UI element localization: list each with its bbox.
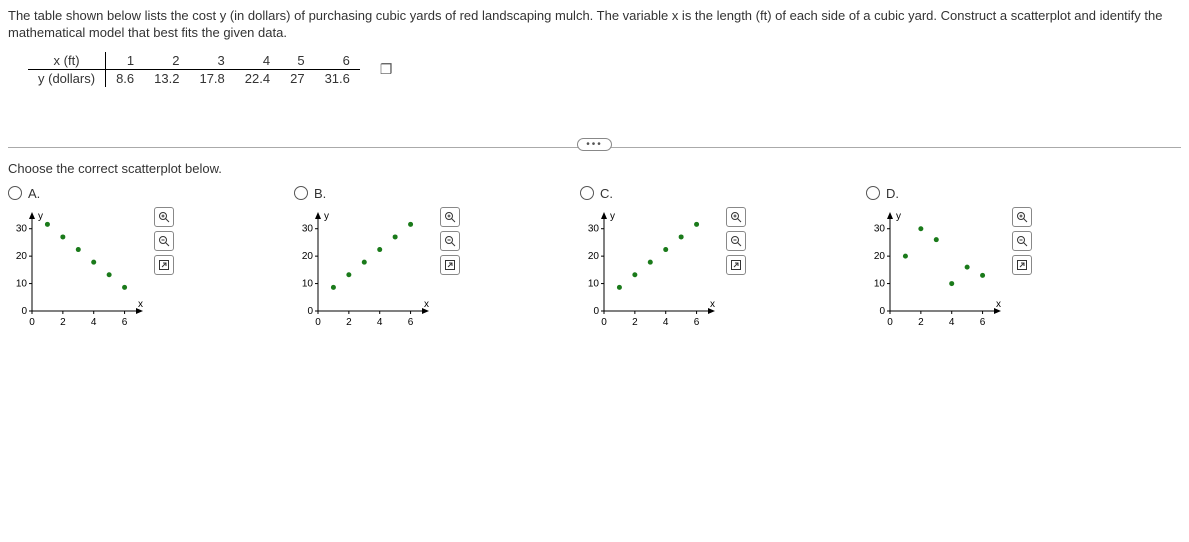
radio-option-C[interactable] xyxy=(580,186,594,200)
svg-text:0: 0 xyxy=(21,306,27,317)
y-cell: 22.4 xyxy=(235,69,280,87)
expand-chart-icon[interactable] xyxy=(1012,255,1032,275)
svg-text:0: 0 xyxy=(601,317,607,327)
x-cell: 6 xyxy=(315,52,360,70)
svg-text:10: 10 xyxy=(588,278,600,289)
svg-text:10: 10 xyxy=(874,278,886,289)
svg-text:0: 0 xyxy=(29,317,35,327)
x-cell: 5 xyxy=(280,52,314,70)
svg-text:y: y xyxy=(324,211,329,222)
scatterplot-A: y x 0 2 4 6 0 10 20 30 xyxy=(8,207,148,327)
x-cell: 3 xyxy=(189,52,234,70)
scatterplot-D: y x 0 2 4 6 0 10 20 30 xyxy=(866,207,1006,327)
svg-text:6: 6 xyxy=(980,317,986,327)
svg-text:30: 30 xyxy=(874,223,886,234)
svg-text:30: 30 xyxy=(302,223,314,234)
svg-text:2: 2 xyxy=(632,317,638,327)
problem-statement: The table shown below lists the cost y (… xyxy=(8,8,1181,42)
scatterplot-C: y x 0 2 4 6 0 10 20 30 xyxy=(580,207,720,327)
svg-text:0: 0 xyxy=(593,306,599,317)
y-cell: 8.6 xyxy=(106,69,145,87)
y-cell: 17.8 xyxy=(189,69,234,87)
svg-text:6: 6 xyxy=(408,317,414,327)
zoom-in-icon[interactable] xyxy=(726,207,746,227)
svg-text:30: 30 xyxy=(16,223,28,234)
svg-text:4: 4 xyxy=(91,317,97,327)
y-cell: 13.2 xyxy=(144,69,189,87)
svg-text:4: 4 xyxy=(949,317,955,327)
expand-icon[interactable]: ••• xyxy=(577,138,612,151)
radio-option-A[interactable] xyxy=(8,186,22,200)
svg-text:4: 4 xyxy=(377,317,383,327)
svg-text:20: 20 xyxy=(302,251,314,262)
svg-text:30: 30 xyxy=(588,223,600,234)
svg-text:6: 6 xyxy=(694,317,700,327)
row-label-x: x (ft) xyxy=(28,52,106,70)
x-cell: 2 xyxy=(144,52,189,70)
option-label-A: A. xyxy=(28,186,40,201)
svg-text:10: 10 xyxy=(302,278,314,289)
svg-text:0: 0 xyxy=(879,306,885,317)
zoom-out-icon[interactable] xyxy=(440,231,460,251)
option-label-B: B. xyxy=(314,186,326,201)
svg-text:10: 10 xyxy=(16,278,28,289)
radio-option-B[interactable] xyxy=(294,186,308,200)
svg-text:2: 2 xyxy=(918,317,924,327)
zoom-in-icon[interactable] xyxy=(154,207,174,227)
copy-table-icon[interactable]: ❐ xyxy=(380,61,393,78)
y-cell: 31.6 xyxy=(315,69,360,87)
svg-text:x: x xyxy=(996,299,1001,310)
svg-text:y: y xyxy=(896,211,901,222)
zoom-out-icon[interactable] xyxy=(1012,231,1032,251)
svg-text:0: 0 xyxy=(887,317,893,327)
zoom-in-icon[interactable] xyxy=(440,207,460,227)
svg-text:2: 2 xyxy=(60,317,66,327)
expand-chart-icon[interactable] xyxy=(440,255,460,275)
x-cell: 1 xyxy=(106,52,145,70)
svg-text:x: x xyxy=(138,299,143,310)
option-label-D: D. xyxy=(886,186,899,201)
data-table: x (ft) 1 2 3 4 5 6 y (dollars) 8.6 13.2 … xyxy=(28,52,360,87)
svg-text:20: 20 xyxy=(588,251,600,262)
svg-text:20: 20 xyxy=(16,251,28,262)
svg-text:0: 0 xyxy=(315,317,321,327)
y-cell: 27 xyxy=(280,69,314,87)
radio-option-D[interactable] xyxy=(866,186,880,200)
zoom-out-icon[interactable] xyxy=(726,231,746,251)
question-text: Choose the correct scatterplot below. xyxy=(8,161,1181,176)
svg-text:x: x xyxy=(710,299,715,310)
svg-text:4: 4 xyxy=(663,317,669,327)
svg-text:20: 20 xyxy=(874,251,886,262)
option-label-C: C. xyxy=(600,186,613,201)
zoom-out-icon[interactable] xyxy=(154,231,174,251)
row-label-y: y (dollars) xyxy=(28,69,106,87)
scatterplot-B: y x 0 2 4 6 0 10 20 30 xyxy=(294,207,434,327)
svg-text:2: 2 xyxy=(346,317,352,327)
x-cell: 4 xyxy=(235,52,280,70)
zoom-in-icon[interactable] xyxy=(1012,207,1032,227)
svg-text:y: y xyxy=(610,211,615,222)
expand-chart-icon[interactable] xyxy=(154,255,174,275)
svg-text:0: 0 xyxy=(307,306,313,317)
svg-text:y: y xyxy=(38,211,43,222)
expand-chart-icon[interactable] xyxy=(726,255,746,275)
svg-text:6: 6 xyxy=(122,317,128,327)
svg-text:x: x xyxy=(424,299,429,310)
